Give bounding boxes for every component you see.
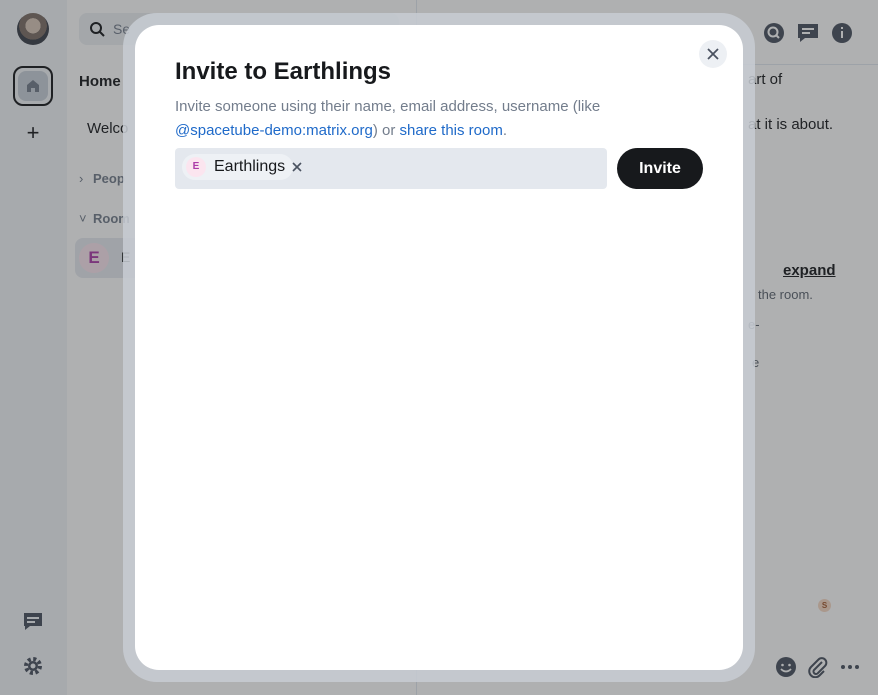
close-button[interactable] [699, 40, 727, 68]
dialog-title: Invite to Earthlings [175, 58, 392, 85]
dialog-description: Invite someone using their name, email a… [175, 95, 645, 143]
description-prefix: Invite someone using their name, email a… [175, 98, 601, 115]
close-icon [707, 48, 719, 60]
invite-dialog: Invite to Earthlings Invite someone usin… [135, 25, 743, 670]
description-middle: ) or [372, 122, 400, 139]
invite-input[interactable]: E Earthlings [175, 148, 607, 189]
invitee-avatar: E [186, 157, 206, 177]
invitee-name: Earthlings [214, 158, 286, 175]
remove-pill-icon[interactable] [290, 160, 304, 174]
share-room-link[interactable]: share this room [399, 122, 502, 139]
example-user-link[interactable]: @spacetube-demo:matrix.org [175, 122, 373, 139]
description-suffix: . [502, 122, 508, 139]
invitee-pill: E Earthlings [182, 154, 294, 180]
invite-button[interactable]: Invite [617, 148, 703, 189]
